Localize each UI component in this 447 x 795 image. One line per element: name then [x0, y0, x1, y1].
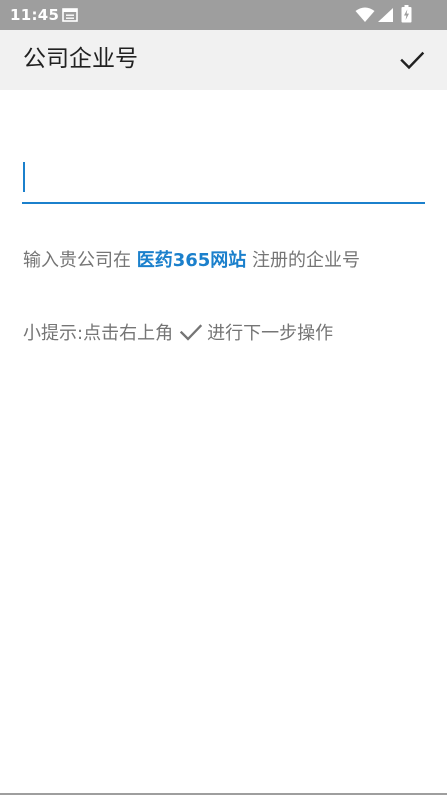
check-icon [179, 324, 203, 341]
tip-prefix: 小提示:点击右上角 [23, 323, 174, 344]
enterprise-code-field [22, 150, 425, 204]
instruction-prefix: 输入贵公司在 [23, 250, 137, 271]
calendar-notification-icon [62, 8, 78, 22]
tip-text: 小提示:点击右上角 进行下一步操作 [23, 320, 333, 347]
text-cursor [23, 162, 25, 192]
battery-icon [401, 5, 412, 23]
status-time: 11:45 [10, 6, 60, 24]
tip-suffix: 进行下一步操作 [207, 323, 334, 344]
screen: 11:45 公司企业号 输入贵公司在 医药365网站 注册的企业号 小提示:点击… [0, 0, 447, 795]
app-bar: 公司企业号 [0, 30, 447, 90]
wifi-icon [355, 7, 375, 22]
page-title: 公司企业号 [23, 46, 138, 72]
instruction-text: 输入贵公司在 医药365网站 注册的企业号 [23, 248, 360, 274]
confirm-button[interactable] [394, 42, 430, 78]
status-bar: 11:45 [0, 0, 447, 30]
instruction-suffix: 注册的企业号 [246, 250, 361, 271]
check-icon [400, 51, 425, 70]
signal-icon [378, 8, 393, 22]
enterprise-code-input[interactable] [22, 158, 425, 198]
website-link[interactable]: 医药365网站 [137, 250, 247, 271]
